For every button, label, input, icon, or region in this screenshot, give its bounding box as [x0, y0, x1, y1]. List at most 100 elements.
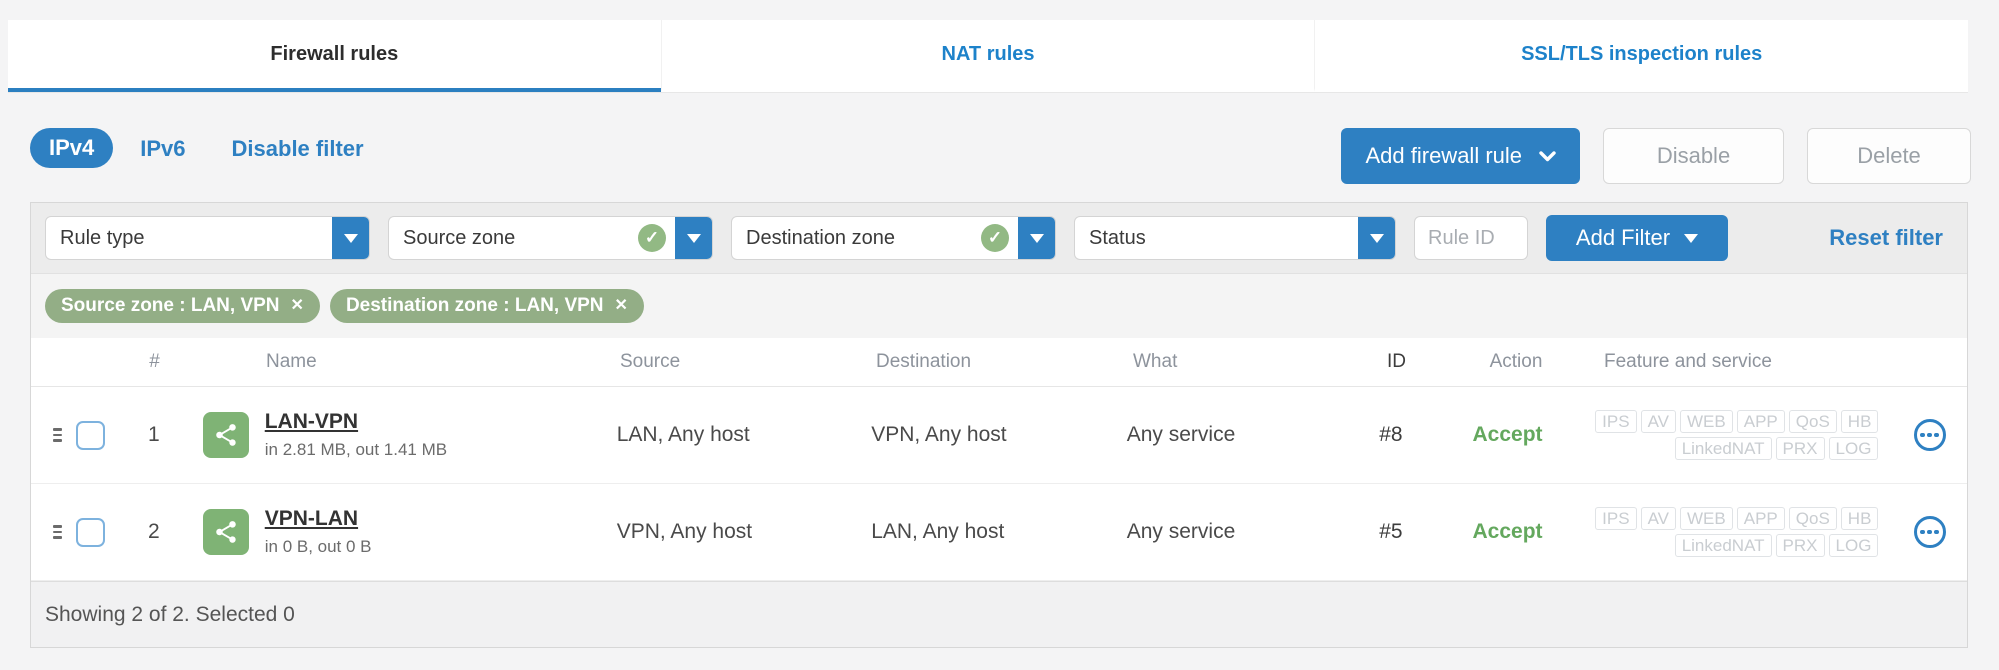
column-header-name: Name: [266, 351, 317, 372]
ellipsis-menu-icon[interactable]: [1913, 516, 1946, 548]
rule-destination: VPN, Any host: [871, 423, 1007, 446]
add-firewall-rule-button[interactable]: Add firewall rule: [1341, 128, 1580, 184]
status-dropdown[interactable]: Status: [1074, 216, 1396, 260]
chevron-down-icon: [1029, 233, 1044, 243]
feature-badge: WEB: [1680, 410, 1733, 433]
ipv6-toggle[interactable]: IPv6: [140, 136, 185, 162]
feature-badge: APP: [1736, 410, 1785, 433]
tab-firewall-rules[interactable]: Firewall rules: [8, 20, 661, 92]
chevron-down-icon: [343, 233, 358, 243]
feature-badge: LinkedNAT: [1674, 437, 1772, 460]
share-icon: [202, 412, 249, 458]
status-dropdown-label: Status: [1089, 226, 1146, 249]
column-header-destination: Destination: [876, 351, 972, 372]
feature-badge: APP: [1736, 507, 1785, 530]
rule-type-dropdown-label: Rule type: [60, 226, 145, 249]
chevron-down-icon: [686, 233, 701, 243]
rule-id-input[interactable]: [1414, 216, 1528, 260]
feature-badge: PRX: [1775, 534, 1825, 557]
rule-traffic: in 2.81 MB, out 1.41 MB: [264, 440, 448, 459]
rule-source: VPN, Any host: [616, 520, 753, 543]
column-header-source: Source: [620, 351, 681, 372]
check-circle-icon: ✓: [638, 224, 666, 252]
ellipsis-menu-icon[interactable]: [1913, 419, 1946, 451]
column-header-id: ID: [1387, 351, 1406, 372]
firewall-rules-panel: Rule type Source zone ✓ Destination zone…: [30, 202, 1968, 648]
rule-source: LAN, Any host: [616, 423, 750, 446]
feature-badges: IPS AV WEB APP QoS HB LinkedNAT PRX LOG: [1595, 410, 1879, 460]
rule-id: #8: [1379, 423, 1403, 446]
filter-bar: Rule type Source zone ✓ Destination zone…: [31, 203, 1967, 273]
feature-badge: QoS: [1788, 410, 1837, 433]
feature-badge: LinkedNAT: [1674, 534, 1772, 557]
source-zone-dropdown[interactable]: Source zone ✓: [388, 216, 713, 260]
table-header: # Name Source Destination What ID Action…: [31, 338, 1967, 387]
feature-badge: HB: [1840, 410, 1879, 433]
feature-badge: AV: [1640, 410, 1676, 433]
table-row: 1 LAN-VPN in 2.81 MB, out 1.41 MB LAN, A…: [31, 387, 1967, 484]
ipv4-toggle[interactable]: IPv4: [30, 128, 114, 168]
add-filter-label: Add Filter: [1575, 225, 1671, 250]
drag-handle-icon[interactable]: [53, 428, 63, 442]
reset-filter-link[interactable]: Reset filter: [1829, 225, 1953, 251]
column-header-feature: Feature and service: [1604, 351, 1772, 372]
rule-what: Any service: [1126, 423, 1236, 446]
rule-type-dropdown[interactable]: Rule type: [45, 216, 370, 260]
filter-chip-source-zone: Source zone : LAN, VPN ✕: [45, 289, 320, 323]
chevron-down-icon: [1369, 233, 1384, 243]
close-icon[interactable]: ✕: [291, 298, 304, 314]
disable-filter-link[interactable]: Disable filter: [232, 136, 364, 162]
toolbar: IPv4 IPv6 Disable filter Add firewall ru…: [30, 128, 1971, 184]
table-row: 2 VPN-LAN in 0 B, out 0 B VPN, Any host …: [31, 484, 1967, 581]
delete-button[interactable]: Delete: [1807, 128, 1971, 184]
column-header-number: #: [149, 351, 160, 372]
disable-button[interactable]: Disable: [1603, 128, 1784, 184]
dropdown-toggle[interactable]: [1018, 217, 1055, 259]
column-header-action: Action: [1489, 351, 1543, 372]
rule-id: #5: [1379, 520, 1403, 543]
rule-destination: LAN, Any host: [871, 520, 1005, 543]
feature-badge: LOG: [1828, 437, 1879, 460]
rule-name-link[interactable]: LAN-VPN: [265, 410, 358, 434]
feature-badge: HB: [1840, 507, 1879, 530]
dropdown-toggle[interactable]: [332, 217, 369, 259]
drag-handle-icon[interactable]: [53, 525, 63, 539]
check-circle-icon: ✓: [981, 224, 1009, 252]
tab-ssl-tls-inspection-rules[interactable]: SSL/TLS inspection rules: [1314, 20, 1968, 92]
chevron-down-icon: [1684, 233, 1699, 243]
destination-zone-dropdown-label: Destination zone: [746, 226, 895, 249]
dropdown-toggle[interactable]: [1358, 217, 1395, 259]
feature-badge: IPS: [1595, 507, 1637, 530]
filter-chip-label: Source zone : LAN, VPN: [61, 295, 280, 316]
rule-action: Accept: [1472, 423, 1543, 446]
filter-chip-label: Destination zone : LAN, VPN: [345, 295, 604, 316]
feature-badges: IPS AV WEB APP QoS HB LinkedNAT PRX LOG: [1595, 507, 1879, 557]
feature-badge: QoS: [1788, 507, 1837, 530]
column-header-what: What: [1133, 351, 1178, 372]
feature-badge: PRX: [1775, 437, 1825, 460]
rule-name-link[interactable]: VPN-LAN: [265, 507, 358, 531]
destination-zone-dropdown[interactable]: Destination zone ✓: [731, 216, 1056, 260]
tab-nat-rules[interactable]: NAT rules: [660, 20, 1315, 92]
feature-badge: LOG: [1828, 534, 1879, 557]
feature-badge: WEB: [1680, 507, 1733, 530]
rule-what: Any service: [1126, 520, 1236, 543]
feature-badge: AV: [1640, 507, 1676, 530]
rule-action: Accept: [1472, 520, 1543, 543]
rule-traffic: in 0 B, out 0 B: [264, 537, 372, 556]
close-icon[interactable]: ✕: [615, 298, 628, 314]
rules-tab-bar: Firewall rules NAT rules SSL/TLS inspect…: [8, 20, 1968, 93]
active-filter-chips: Source zone : LAN, VPN ✕ Destination zon…: [31, 273, 1967, 338]
add-filter-button[interactable]: Add Filter: [1546, 215, 1728, 261]
table-footer: Showing 2 of 2. Selected 0: [31, 581, 1967, 647]
filter-chip-destination-zone: Destination zone : LAN, VPN ✕: [329, 289, 644, 323]
source-zone-dropdown-label: Source zone: [403, 226, 516, 249]
feature-badge: IPS: [1595, 410, 1637, 433]
dropdown-toggle[interactable]: [675, 217, 712, 259]
row-checkbox[interactable]: [75, 420, 105, 450]
add-firewall-rule-label: Add firewall rule: [1365, 143, 1522, 168]
showing-status-text: Showing 2 of 2. Selected 0: [45, 602, 295, 626]
row-checkbox[interactable]: [75, 517, 105, 547]
chevron-down-icon: [1539, 150, 1556, 161]
rule-number: 1: [148, 423, 160, 446]
